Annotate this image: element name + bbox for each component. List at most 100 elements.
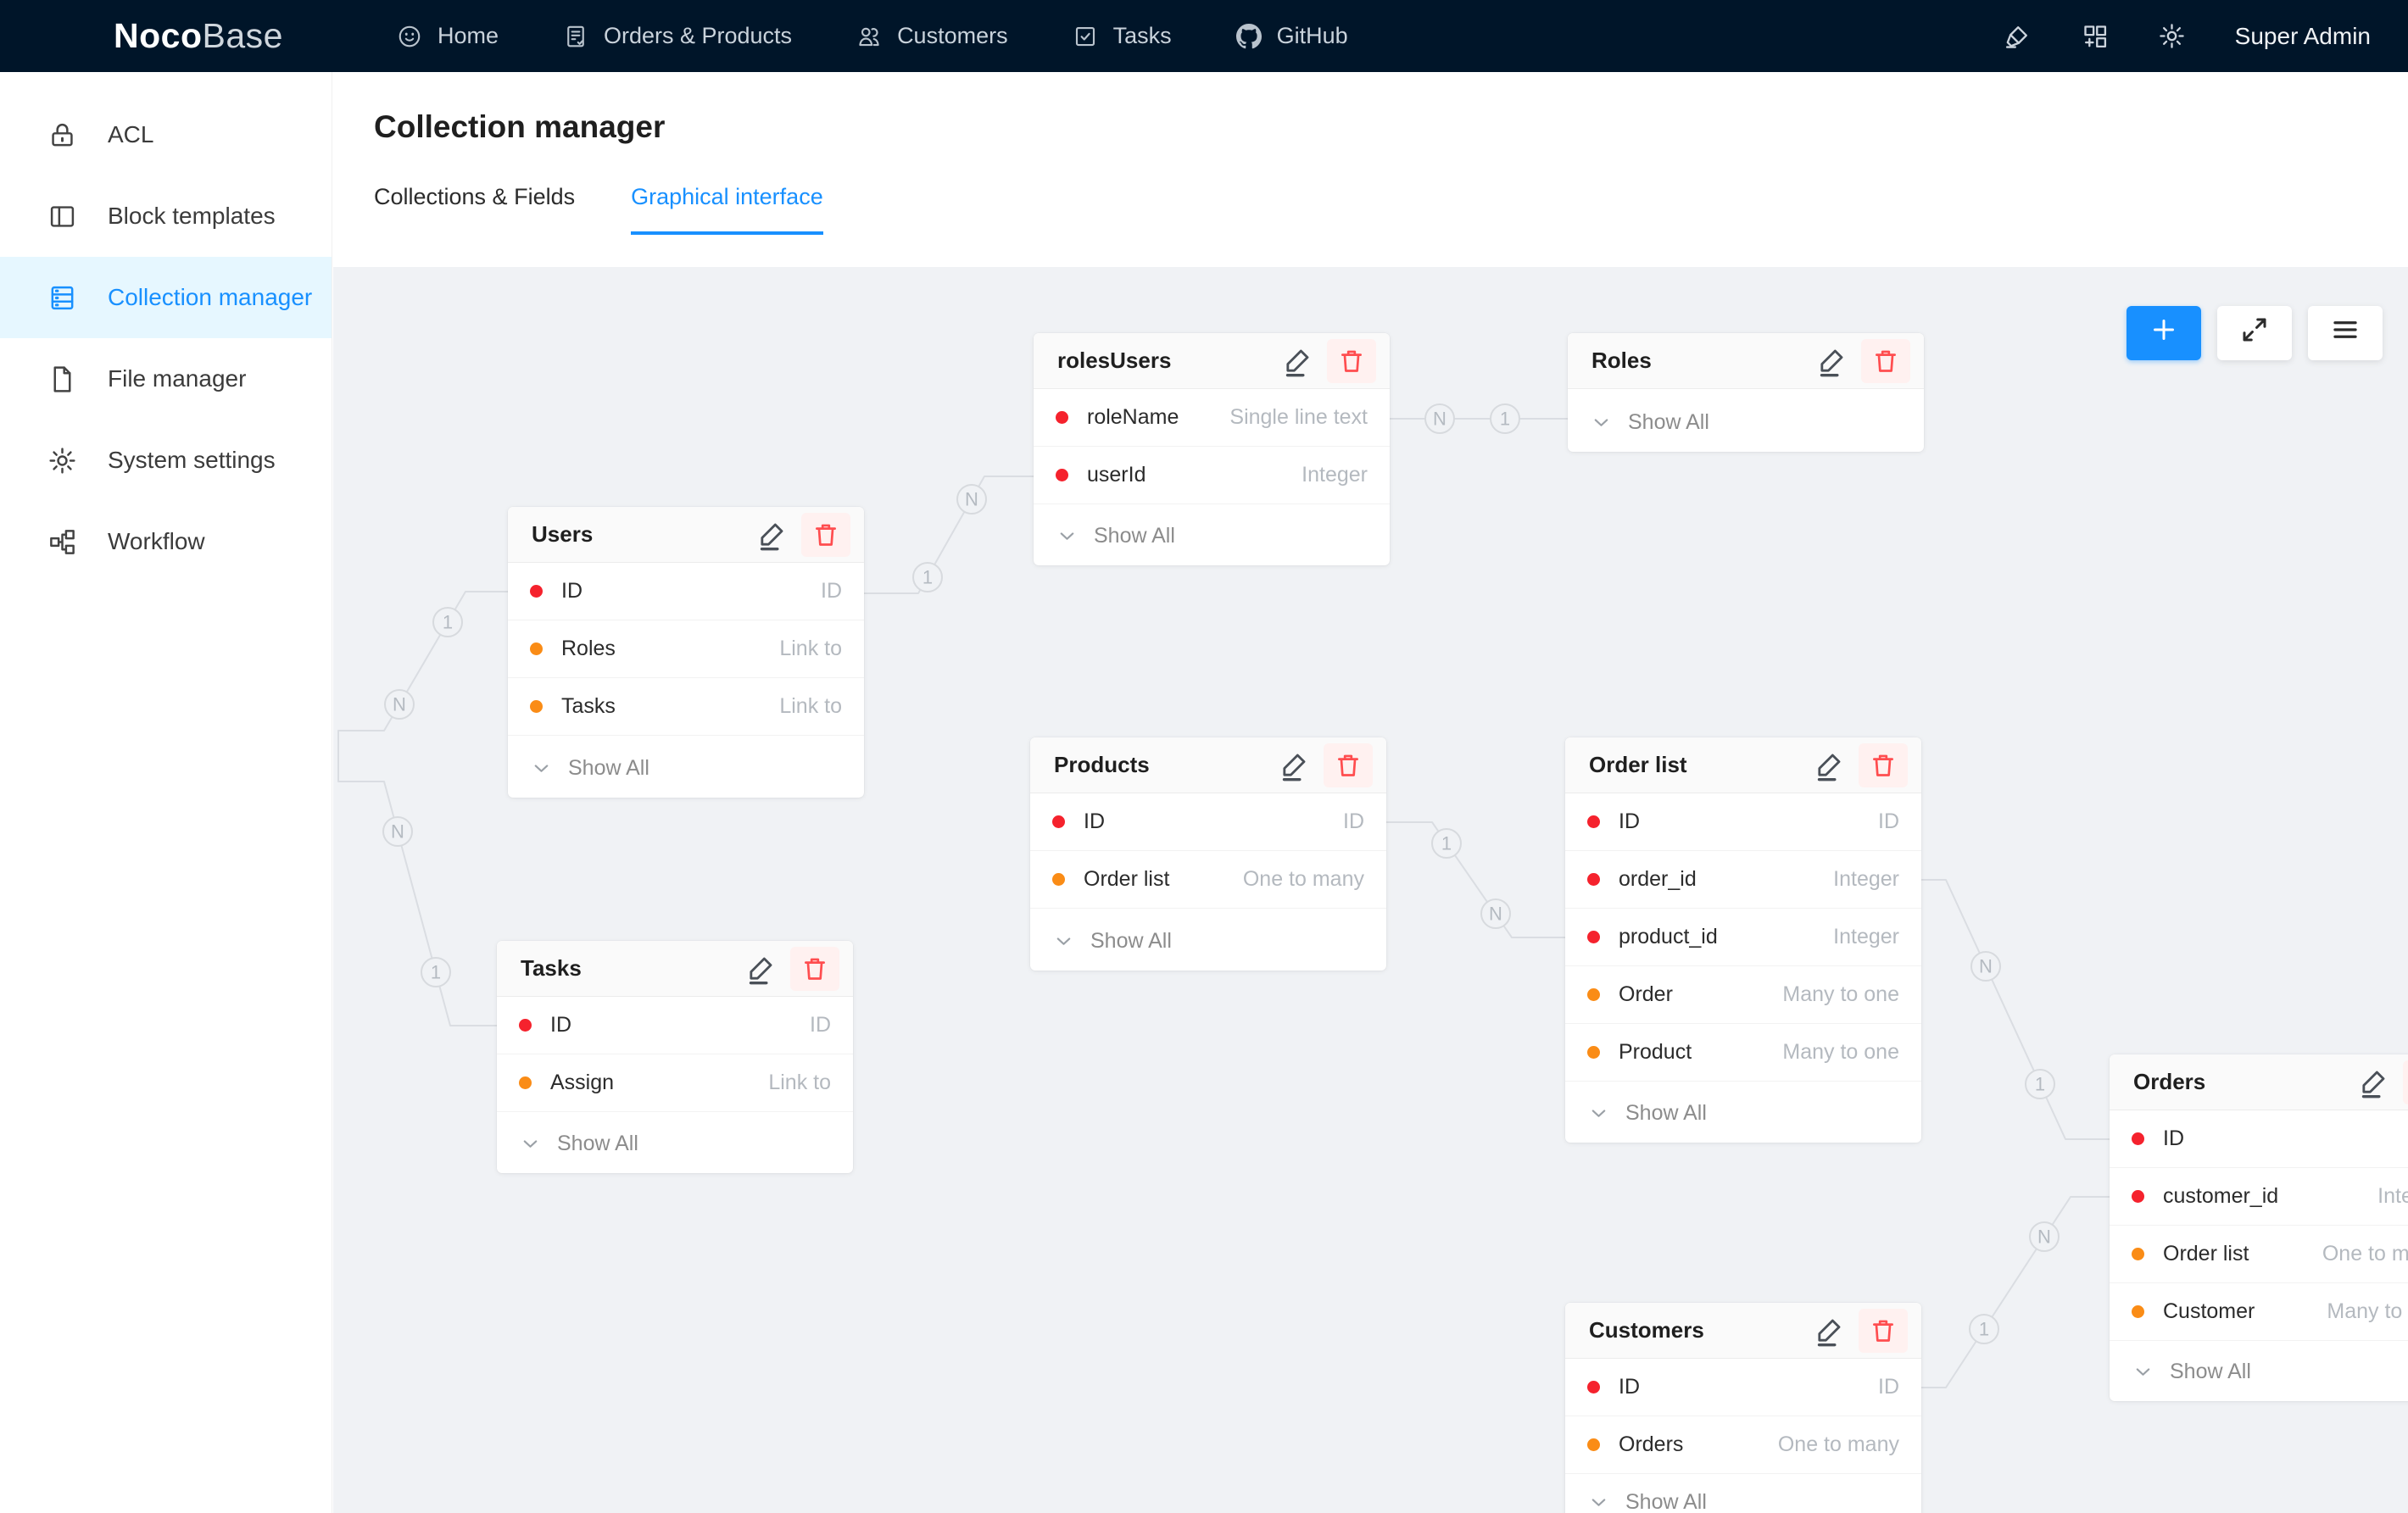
field-name: customer_id — [2163, 1184, 2377, 1209]
sidebar-item-block-templates[interactable]: Block templates — [0, 175, 332, 257]
show-all-toggle[interactable]: Show All — [1565, 1083, 1921, 1143]
entity-header: Products — [1030, 737, 1386, 793]
field-dot-orange — [1587, 988, 1600, 1001]
appstore-add-icon[interactable] — [2081, 22, 2109, 50]
show-all-label: Show All — [1094, 524, 1175, 548]
delete-collection-button[interactable] — [1859, 1309, 1908, 1353]
show-all-toggle[interactable]: Show All — [1565, 1472, 1921, 1513]
collections-menu-button[interactable] — [2308, 306, 2383, 360]
entity-header: Roles — [1568, 333, 1924, 389]
edit-collection-button[interactable] — [1815, 344, 1849, 378]
delete-collection-button[interactable] — [790, 947, 839, 991]
edit-collection-button[interactable] — [1813, 1314, 1847, 1348]
chevron-down-icon — [1056, 525, 1079, 548]
field-dot-red — [1052, 815, 1065, 828]
entity-header: Customers — [1565, 1303, 1921, 1359]
sidebar-item-system-settings[interactable]: System settings — [0, 420, 332, 501]
team-icon — [856, 24, 882, 49]
field-name: ID — [1084, 809, 1343, 834]
show-all-toggle[interactable]: Show All — [1030, 911, 1386, 971]
field-dot-red — [1587, 1381, 1600, 1393]
entity-card-order_list[interactable]: Order listIDIDorder_idIntegerproduct_idI… — [1565, 737, 1921, 1143]
show-all-toggle[interactable]: Show All — [508, 738, 864, 798]
field-dot-orange — [2132, 1305, 2144, 1318]
entity-card-users[interactable]: UsersIDIDRolesLink toTasksLink toShow Al… — [508, 507, 864, 798]
field-name: ID — [550, 1013, 810, 1037]
nocobase-brand[interactable]: NocoBase — [47, 14, 283, 59]
entity-card-products[interactable]: ProductsIDIDOrder listOne to manyShow Al… — [1030, 737, 1386, 971]
entity-card-rolesUsers[interactable]: rolesUsersroleNameSingle line textuserId… — [1034, 333, 1390, 565]
svg-text:N: N — [393, 694, 406, 715]
tab-graphical-interface[interactable]: Graphical interface — [631, 184, 823, 235]
svg-text:N: N — [965, 489, 978, 510]
entity-card-roles[interactable]: RolesShow All — [1568, 333, 1924, 452]
content-header: Collection manager Collections & FieldsG… — [333, 72, 2408, 267]
nav-menu: HomeOrders & ProductsCustomersTasksGitHu… — [365, 0, 1380, 72]
sidebar-item-label: Block templates — [108, 203, 276, 230]
entity-title: Customers — [1589, 1317, 1813, 1343]
sidebar-item-collection-manager[interactable]: Collection manager — [0, 257, 332, 338]
field-dot-orange — [530, 642, 543, 655]
sidebar-item-workflow[interactable]: Workflow — [0, 501, 332, 582]
field-row-order: OrderMany to one — [1565, 966, 1921, 1024]
edge-label: N — [383, 817, 412, 846]
nav-item-orders-products[interactable]: Orders & Products — [531, 0, 824, 72]
graph-canvas[interactable]: N1N11NN11NN11N rolesUsersroleNameSingle … — [333, 267, 2408, 1513]
show-all-toggle[interactable]: Show All — [1034, 506, 1390, 565]
edit-collection-button[interactable] — [1281, 344, 1315, 378]
field-type: One to many — [2322, 1242, 2408, 1266]
delete-collection-button[interactable] — [1327, 339, 1376, 383]
field-row-id: IDID — [2110, 1110, 2408, 1168]
edit-collection-button[interactable] — [2357, 1065, 2391, 1099]
settings-gear-icon[interactable] — [2158, 22, 2186, 50]
field-name: Orders — [1619, 1432, 1778, 1457]
sidebar-item-acl[interactable]: ACL — [0, 94, 332, 175]
field-name: ID — [561, 579, 821, 604]
edit-collection-button[interactable] — [1813, 748, 1847, 782]
edge-customers-orders — [1921, 1197, 2110, 1388]
field-dot-red — [1056, 469, 1068, 481]
entity-card-tasks[interactable]: TasksIDIDAssignLink toShow All — [497, 941, 853, 1173]
plus-icon — [2149, 314, 2179, 353]
field-name: userId — [1087, 463, 1302, 487]
field-name: roleName — [1087, 405, 1229, 430]
edit-collection-button[interactable] — [744, 952, 778, 986]
entity-card-orders[interactable]: Orders IDIDcustomer_idInteger Order listOn… — [2110, 1054, 2408, 1401]
field-row-customer-id: customer_idInteger — [2110, 1168, 2408, 1226]
sidebar-item-file-manager[interactable]: File manager — [0, 338, 332, 420]
current-user[interactable]: Super Admin — [2235, 23, 2371, 50]
tab-collections-fields[interactable]: Collections & Fields — [374, 184, 575, 235]
entity-card-customers[interactable]: CustomersIDIDOrdersOne to manyShow All — [1565, 1303, 1921, 1513]
highlighter-icon[interactable] — [2004, 22, 2032, 50]
field-row-orders: OrdersOne to many — [1565, 1416, 1921, 1474]
show-all-label: Show All — [2170, 1360, 2251, 1384]
field-name: Order list — [2163, 1242, 2322, 1266]
edge-label: 1 — [1432, 829, 1461, 858]
edge-label: 1 — [1970, 1315, 1998, 1343]
delete-collection-button[interactable] — [801, 513, 850, 557]
edit-collection-button[interactable] — [1278, 748, 1312, 782]
fullscreen-button[interactable] — [2217, 306, 2292, 360]
field-row-id: IDID — [1565, 793, 1921, 851]
field-dot-orange — [1052, 873, 1065, 886]
delete-collection-button[interactable] — [1859, 743, 1908, 787]
field-row-id: IDID — [1030, 793, 1386, 851]
delete-collection-button[interactable] — [1324, 743, 1373, 787]
show-all-toggle[interactable]: Show All — [1568, 392, 1924, 452]
show-all-label: Show All — [568, 756, 649, 781]
show-all-label: Show All — [1625, 1101, 1707, 1126]
add-collection-button[interactable] — [2127, 306, 2201, 360]
show-all-toggle[interactable]: Show All — [2110, 1342, 2408, 1401]
field-row-product-id: product_idInteger — [1565, 909, 1921, 966]
nav-item-tasks[interactable]: Tasks — [1040, 0, 1204, 72]
entity-title: Orders — [2133, 1069, 2357, 1095]
show-all-toggle[interactable]: Show All — [497, 1114, 853, 1173]
nav-item-home[interactable]: Home — [365, 0, 531, 72]
edit-collection-button[interactable] — [755, 518, 789, 552]
edge-label: N — [1971, 952, 2000, 981]
field-name: Assign — [550, 1071, 768, 1095]
delete-collection-button[interactable] — [1861, 339, 1910, 383]
nav-item-github[interactable]: GitHub — [1204, 0, 1380, 72]
delete-collection-button[interactable] — [2403, 1060, 2408, 1104]
nav-item-customers[interactable]: Customers — [824, 0, 1040, 72]
